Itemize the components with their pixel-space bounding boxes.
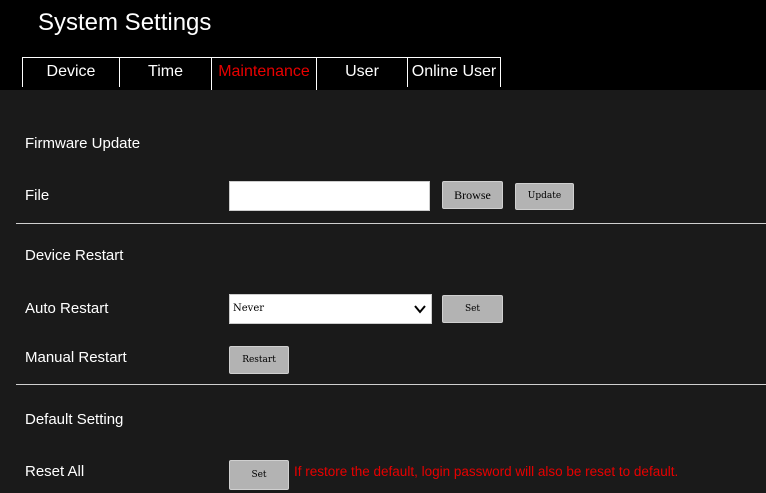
page-title: System Settings (38, 9, 212, 36)
auto-restart-set-button[interactable]: Set (442, 295, 503, 323)
tab-bar: Device Time Maintenance User Online User (22, 57, 501, 90)
auto-restart-selected-value: Never (233, 303, 265, 314)
firmware-update-heading: Firmware Update (25, 135, 141, 152)
system-settings-page: System Settings Device Time Maintenance … (0, 0, 766, 493)
reset-warning-text: If restore the default, login password w… (294, 464, 679, 479)
tab-user[interactable]: User (316, 57, 408, 87)
file-label: File (25, 187, 50, 204)
manual-restart-label: Manual Restart (25, 349, 127, 366)
tab-maintenance[interactable]: Maintenance (211, 57, 317, 90)
tab-online-user[interactable]: Online User (407, 57, 501, 87)
chevron-down-icon (414, 305, 426, 314)
restart-button[interactable]: Restart (229, 346, 289, 374)
update-button[interactable]: Update (515, 183, 574, 210)
divider-firmware (16, 223, 766, 224)
browse-button[interactable]: Browse (442, 181, 503, 209)
reset-all-label: Reset All (25, 463, 85, 480)
tab-device[interactable]: Device (22, 57, 120, 87)
divider-restart (16, 384, 766, 385)
maintenance-panel: Firmware Update File Browse Update Devic… (0, 90, 766, 493)
reset-all-set-button[interactable]: Set (229, 460, 289, 490)
device-restart-heading: Device Restart (25, 247, 124, 264)
auto-restart-label: Auto Restart (25, 300, 109, 317)
default-setting-heading: Default Setting (25, 411, 124, 428)
tab-time[interactable]: Time (119, 57, 212, 87)
auto-restart-select[interactable]: Never (229, 294, 432, 324)
file-input[interactable] (229, 181, 430, 211)
